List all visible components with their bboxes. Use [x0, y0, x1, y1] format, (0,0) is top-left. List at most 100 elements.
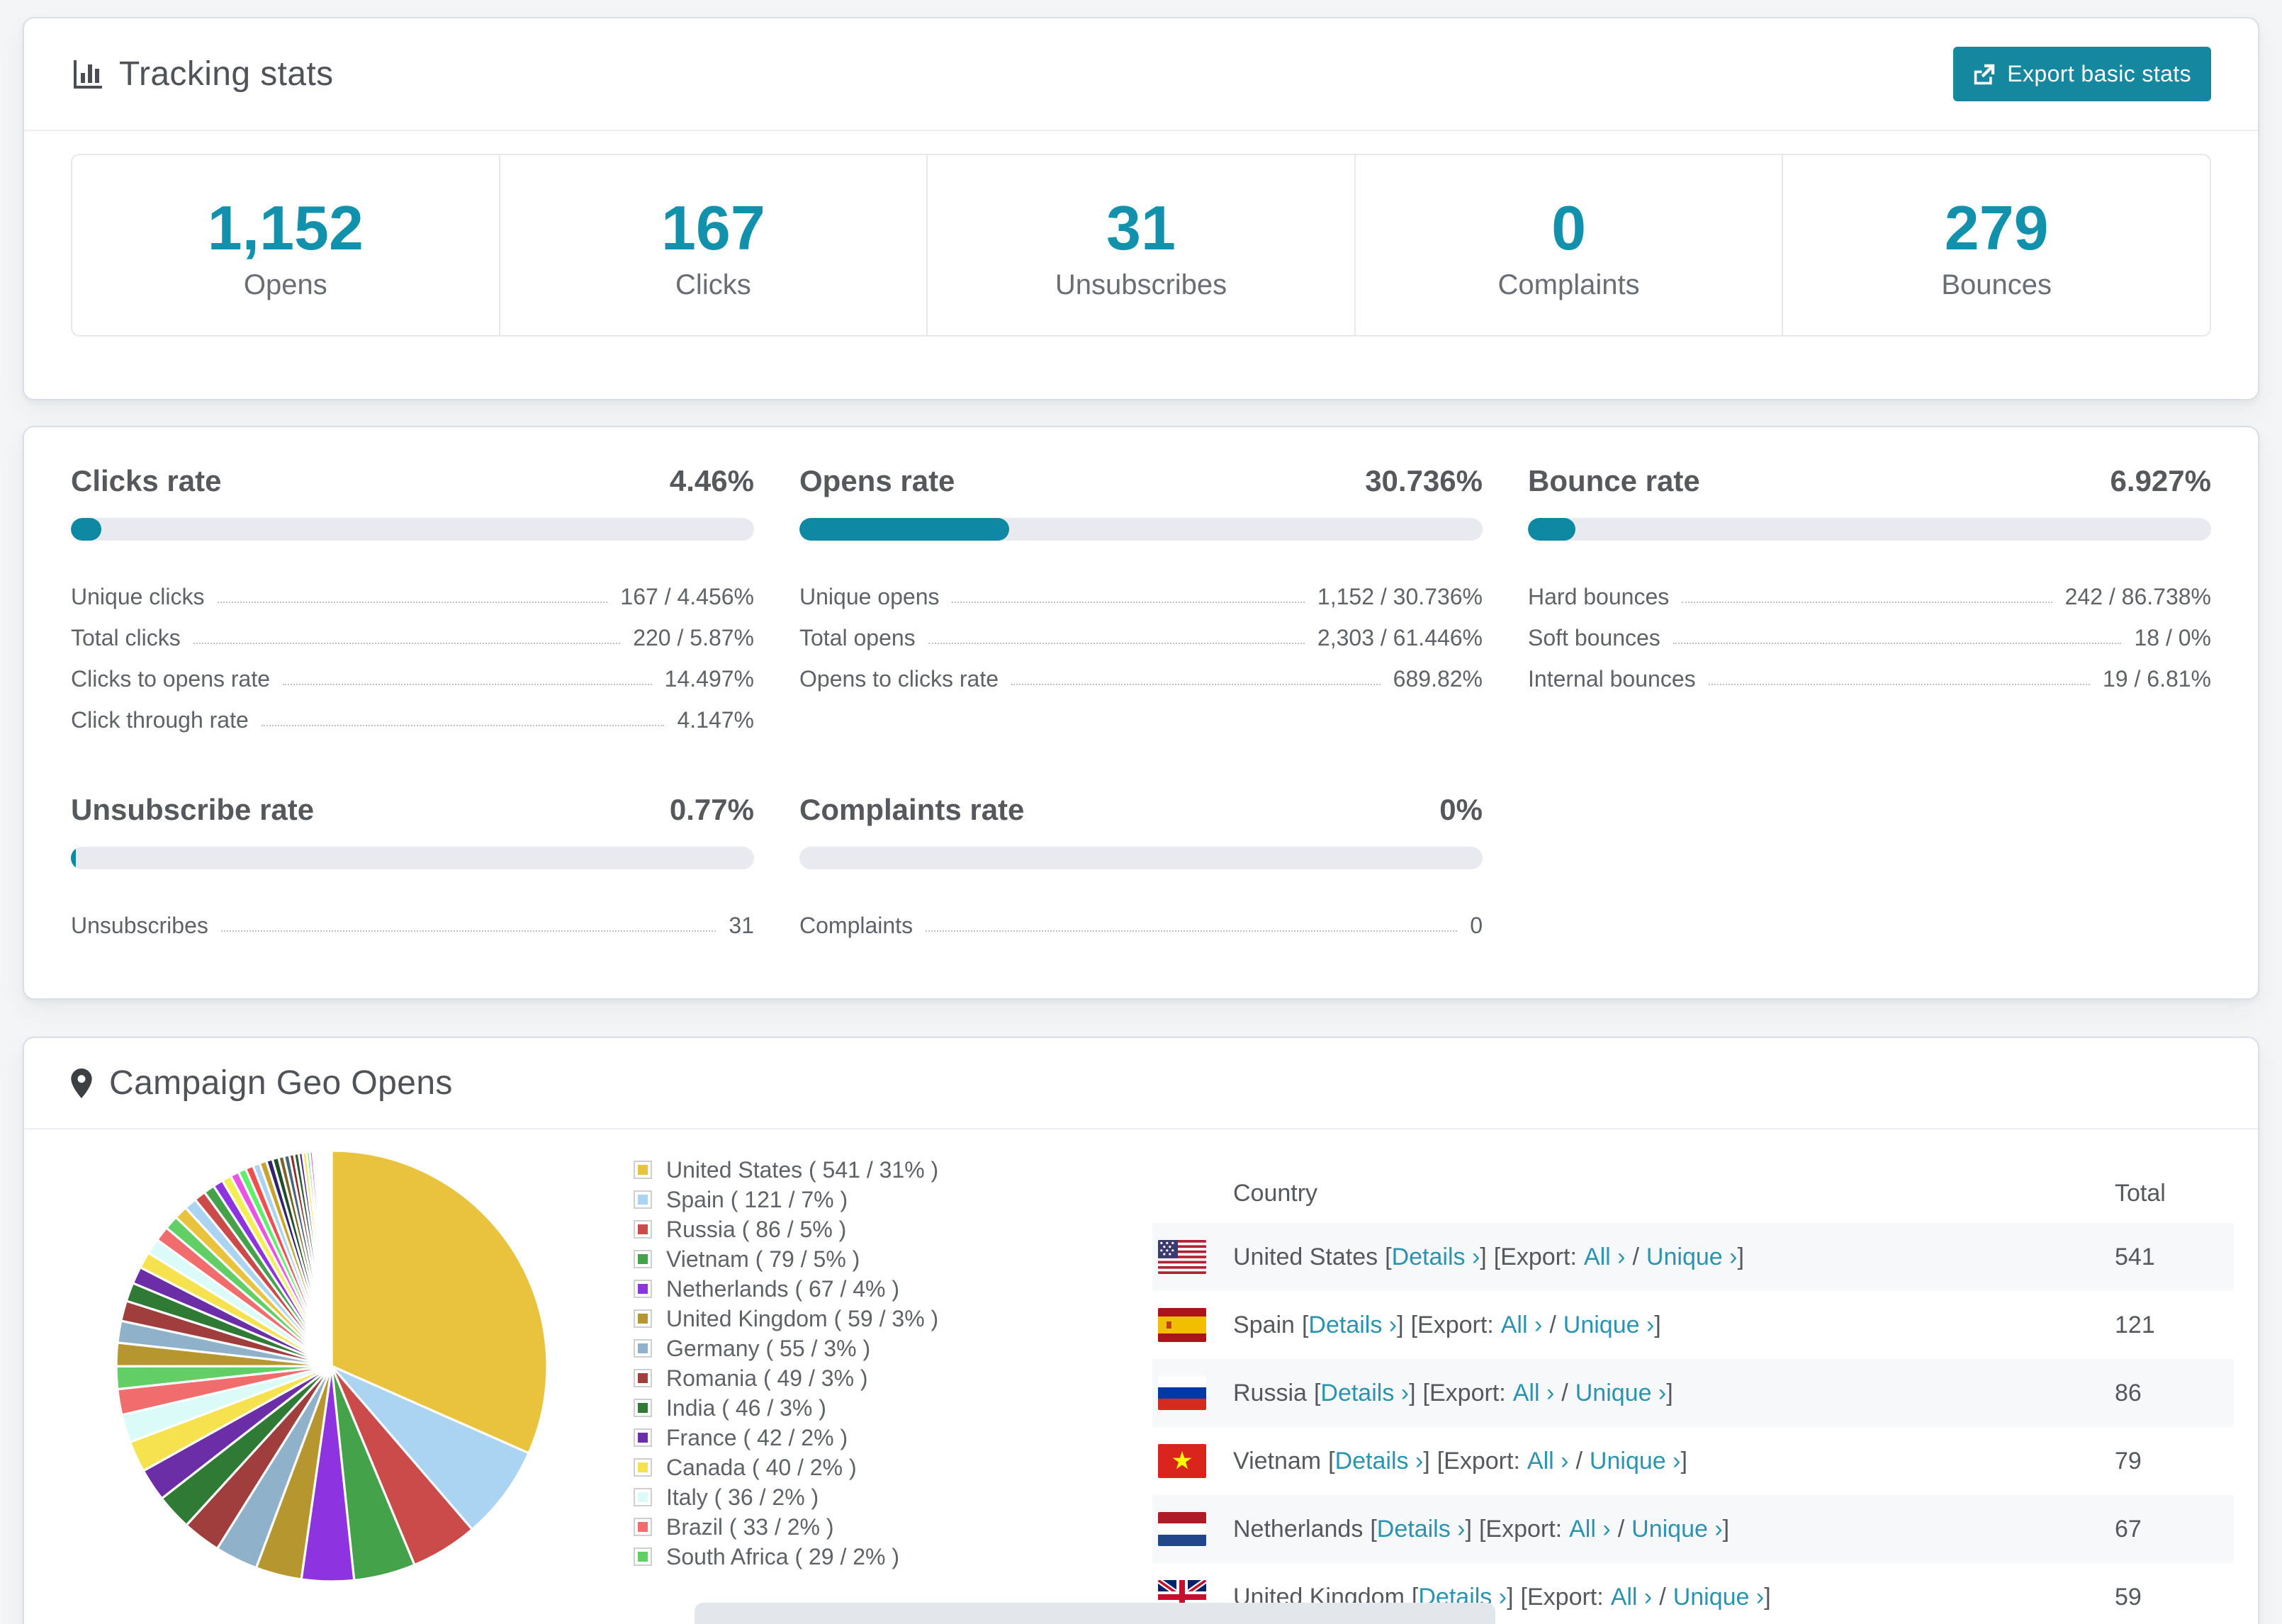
details-link[interactable]: Details › — [1377, 1516, 1466, 1543]
export-all-link[interactable]: All › — [1527, 1448, 1569, 1475]
total-column-header: Total — [2115, 1179, 2166, 1207]
complaints-rate-title: Complaints rate — [799, 793, 1025, 827]
country-name: Netherlands — [1233, 1515, 1364, 1543]
unsubscribe-rate-title: Unsubscribe rate — [71, 793, 315, 827]
summary-stats-row: 1,152 Opens 167 Clicks 31 Unsubscribes 0… — [71, 154, 2211, 337]
export-unique-link[interactable]: Unique › — [1673, 1584, 1765, 1611]
legend-item: Spain ( 121 / 7% ) — [634, 1185, 1011, 1214]
map-pin-icon — [71, 1068, 109, 1098]
export-all-link[interactable]: All › — [1513, 1380, 1555, 1407]
rate-detail-row: Total opens 2,303 / 61.446% — [799, 625, 1483, 651]
details-link[interactable]: Details › — [1392, 1244, 1480, 1271]
legend-item: Netherlands ( 67 / 4% ) — [634, 1274, 1011, 1304]
geo-header: Campaign Geo Opens — [24, 1038, 2258, 1130]
country-name: Vietnam — [1233, 1447, 1322, 1474]
export-all-link[interactable]: All › — [1611, 1584, 1653, 1611]
flag-spain-icon — [1158, 1308, 1206, 1343]
stat-bounces: 279 Bounces — [1783, 155, 2210, 335]
country-name: United States — [1233, 1243, 1378, 1270]
legend-swatch — [634, 1488, 652, 1507]
legend-swatch — [634, 1339, 652, 1358]
geo-title: Campaign Geo Opens — [71, 1064, 453, 1103]
country-total: 59 — [2115, 1583, 2142, 1611]
legend-swatch — [634, 1369, 652, 1388]
rate-detail-row: Opens to clicks rate 689.82% — [799, 666, 1483, 692]
export-unique-link[interactable]: Unique › — [1563, 1312, 1655, 1339]
complaints-count: 0 — [1551, 193, 1587, 263]
export-unique-link[interactable]: Unique › — [1631, 1516, 1723, 1543]
complaints-rate-value: 0% — [1439, 793, 1483, 827]
rate-detail-row: Total clicks 220 / 5.87% — [71, 625, 754, 651]
legend-swatch — [634, 1518, 652, 1537]
clicks-rate-block: Clicks rate 4.46% Unique clicks 167 / 4.4… — [71, 464, 754, 733]
geo-opens-pie-chart — [115, 1149, 549, 1583]
rates-card: Clicks rate 4.46% Unique clicks 167 / 4.4… — [23, 426, 2259, 1000]
details-link[interactable]: Details › — [1335, 1448, 1424, 1475]
dashboard-page: Tracking stats Export basic stats 1,152 … — [0, 0, 2282, 1624]
bounces-count: 279 — [1944, 193, 2049, 263]
export-unique-link[interactable]: Unique › — [1590, 1448, 1681, 1475]
country-total: 541 — [2115, 1243, 2155, 1270]
flag-netherlands-icon — [1158, 1512, 1206, 1547]
clicks-rate-title: Clicks rate — [71, 464, 222, 498]
geo-country-table: Country Total United States [Details ›] … — [1152, 1146, 2234, 1624]
unsubscribe-rate-block: Unsubscribe rate 0.77% Unsubscribes 31 — [71, 793, 754, 939]
legend-swatch — [634, 1428, 652, 1448]
legend-item: France ( 42 / 2% ) — [634, 1423, 1011, 1453]
geo-table-header: Country Total — [1152, 1163, 2234, 1223]
table-row-vietnam: Vietnam [Details ›] [Export: All › / Unique… — [1152, 1427, 2234, 1495]
bounce-rate-block: Bounce rate 6.927% Hard bounces 242 / 86.… — [1528, 464, 2211, 733]
legend-item: India ( 46 / 3% ) — [634, 1393, 1011, 1423]
pie-slice — [330, 1149, 333, 1368]
bounce-rate-title: Bounce rate — [1528, 464, 1700, 498]
legend-item: United States ( 541 / 31% ) — [634, 1155, 1011, 1185]
stat-unsubscribes: 31 Unsubscribes — [928, 155, 1356, 336]
legend-item: Canada ( 40 / 2% ) — [634, 1453, 1011, 1482]
rate-detail-row: Hard bounces 242 / 86.738% — [1528, 584, 2211, 610]
stat-opens: 1,152 Opens — [72, 155, 500, 336]
legend-item: Romania ( 49 / 3% ) — [634, 1363, 1011, 1393]
table-row-russia: Russia [Details ›] [Export: All › / Unique … — [1152, 1359, 2234, 1428]
export-unique-link[interactable]: Unique › — [1575, 1380, 1667, 1407]
table-row-united-states: United States [Details ›] [Export: All › /… — [1152, 1223, 2234, 1292]
legend-swatch — [634, 1280, 652, 1299]
details-link[interactable]: Details › — [1320, 1380, 1409, 1407]
export-all-link[interactable]: All › — [1584, 1244, 1626, 1271]
export-basic-stats-button[interactable]: Export basic stats — [1953, 47, 2211, 101]
export-all-link[interactable]: All › — [1569, 1516, 1611, 1543]
rate-detail-row: Unsubscribes 31 — [71, 913, 754, 939]
clicks-rate-progressbar — [71, 518, 754, 541]
flag-vietnam-icon — [1158, 1444, 1206, 1479]
legend-swatch — [634, 1547, 652, 1567]
country-total: 79 — [2115, 1447, 2142, 1474]
export-all-link[interactable]: All › — [1501, 1312, 1543, 1339]
tracking-stats-title: Tracking stats — [71, 55, 334, 94]
export-unique-link[interactable]: Unique › — [1646, 1244, 1738, 1271]
legend-item: South Africa ( 29 / 2% ) — [634, 1542, 1011, 1572]
legend-swatch — [634, 1309, 652, 1329]
rate-detail-row: Complaints 0 — [799, 913, 1483, 939]
rate-detail-row: Unique clicks 167 / 4.456% — [71, 584, 754, 610]
table-row-spain: Spain [Details ›] [Export: All › / Unique ›… — [1152, 1291, 2234, 1359]
rate-detail-row: Click through rate 4.147% — [71, 707, 754, 733]
opens-rate-value: 30.736% — [1365, 464, 1483, 498]
bounce-rate-value: 6.927% — [2110, 464, 2211, 498]
legend-swatch — [634, 1190, 652, 1209]
country-name: Russia — [1233, 1379, 1307, 1406]
flag-russia-icon — [1158, 1376, 1206, 1411]
legend-item: United Kingdom ( 59 / 3% ) — [634, 1304, 1011, 1333]
rate-detail-row: Soft bounces 18 / 0% — [1528, 625, 2211, 651]
stat-clicks: 167 Clicks — [500, 155, 928, 336]
rate-detail-row: Unique opens 1,152 / 30.736% — [799, 584, 1483, 610]
table-row-netherlands: Netherlands [Details ›] [Export: All › / Un… — [1152, 1495, 2234, 1564]
flag-united-states-icon — [1158, 1240, 1206, 1275]
legend-item: Italy ( 36 / 2% ) — [634, 1482, 1011, 1512]
tracking-stats-header: Tracking stats Export basic stats — [24, 18, 2258, 131]
legend-item: Brazil ( 33 / 2% ) — [634, 1512, 1011, 1542]
country-total: 121 — [2115, 1311, 2155, 1338]
details-link[interactable]: Details › — [1308, 1312, 1397, 1339]
legend-swatch — [634, 1458, 652, 1477]
country-total: 86 — [2115, 1379, 2142, 1406]
tracking-stats-card: Tracking stats Export basic stats 1,152 … — [23, 17, 2259, 401]
country-column-header: Country — [1233, 1179, 1318, 1207]
